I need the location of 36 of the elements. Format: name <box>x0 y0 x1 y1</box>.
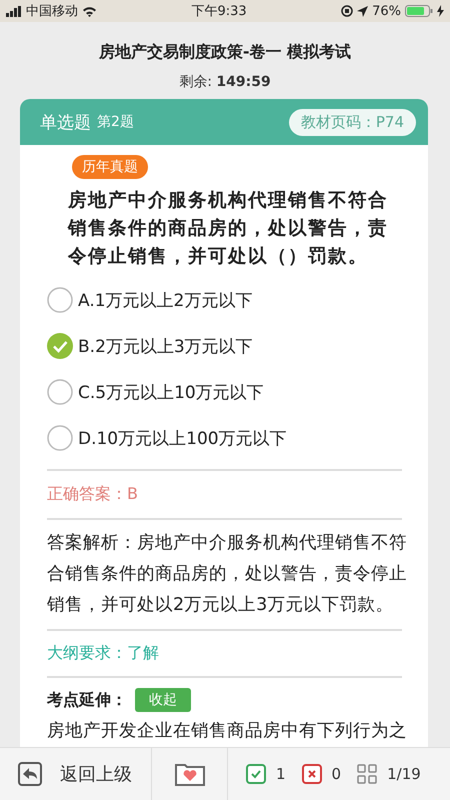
battery-icon <box>405 5 433 17</box>
wifi-icon <box>82 6 97 16</box>
location-icon <box>357 6 368 16</box>
radio-icon[interactable] <box>47 379 73 405</box>
question-tag: 历年真题 <box>72 155 148 179</box>
charging-icon <box>437 5 444 17</box>
wrong-count: 0 <box>332 765 342 783</box>
radio-icon[interactable] <box>47 425 73 451</box>
radio-icon[interactable] <box>47 287 73 313</box>
page-reference: 教材页码：P74 <box>288 108 416 136</box>
correct-icon <box>246 764 266 784</box>
option-label[interactable]: A.1万元以上2万元以下 <box>78 288 252 312</box>
time-remaining: 剩余: 149:59 <box>179 73 271 91</box>
signal-icon <box>6 6 22 16</box>
folder-heart-icon <box>174 762 204 786</box>
grid-icon[interactable] <box>357 764 378 784</box>
exam-title: 房地产交易制度政策-卷一 模拟考试 <box>98 42 352 63</box>
battery-percent: 76% <box>372 4 401 18</box>
answer-explanation: 答案解析：房地产中介服务机构代理销售不符合销售条件的商品房的，处以警告，责令停止销售，并可处以2万元以上3万元以下罚款。 <box>47 532 407 617</box>
question-type: 单选题 <box>40 112 91 134</box>
correct-answer: 正确答案：B <box>47 483 139 505</box>
checked-radio-icon[interactable] <box>47 333 73 359</box>
syllabus-requirement: 大纲要求：了解 <box>47 642 160 664</box>
back-button[interactable]: 返回上级 <box>0 748 152 800</box>
carrier-name: 中国移动 <box>26 3 78 20</box>
question-counter: 1/19 <box>387 765 421 783</box>
question-text: 房地产中介服务机构代理销售不符合销售条件的商品房的，处以警告，责令停止销售，并可处以（）罚款。 <box>68 188 389 269</box>
extension-label: 考点延伸： <box>47 690 127 710</box>
option-label[interactable]: C.5万元以上10万元以下 <box>78 380 264 404</box>
wrong-icon <box>302 764 322 784</box>
correct-count: 1 <box>276 765 286 783</box>
question-number: 第2题 <box>97 113 134 131</box>
option-label[interactable]: D.10万元以上100万元以下 <box>78 426 287 450</box>
lock-rotation-icon <box>341 5 354 17</box>
option-label[interactable]: B.2万元以上3万元以下 <box>78 334 253 358</box>
clock-time: 下午9:33 <box>191 4 247 19</box>
